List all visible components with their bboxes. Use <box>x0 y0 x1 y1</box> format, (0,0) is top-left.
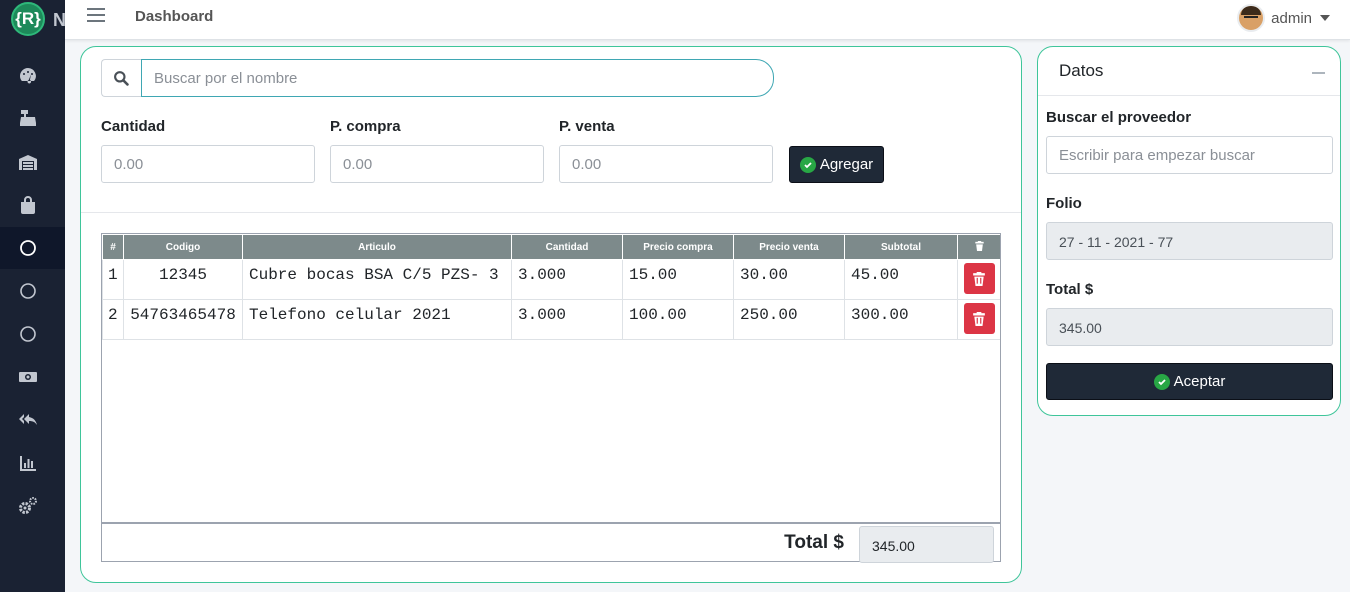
table-total-label: Total $ <box>784 532 844 553</box>
col-header-num: # <box>102 234 124 260</box>
cell-codigo: 54763465478 <box>123 299 243 340</box>
cogs-icon[interactable] <box>16 494 40 518</box>
user-name: admin <box>1271 9 1312 27</box>
cell-precio-venta: 250.00 <box>733 299 845 340</box>
table-header-row: # Codigo Articulo Cantidad Precio compra… <box>102 234 1000 260</box>
collapse-minus-icon[interactable] <box>1312 72 1325 74</box>
chart-bar-icon[interactable] <box>16 451 40 475</box>
sidebar: {R} N <box>0 0 65 592</box>
cell-codigo: 12345 <box>123 259 243 300</box>
table-row: 2 54763465478 Telefono celular 2021 3.00… <box>102 299 1000 340</box>
reply-all-icon[interactable] <box>16 408 40 432</box>
caret-down-icon <box>1320 15 1330 21</box>
user-menu[interactable]: admin <box>1237 4 1330 32</box>
precio-compra-input[interactable] <box>330 145 544 183</box>
precio-compra-label: P. compra <box>330 118 401 135</box>
brand-logo[interactable]: {R} <box>11 2 45 36</box>
circle-icon[interactable] <box>16 322 40 346</box>
col-header-codigo: Codigo <box>123 234 243 260</box>
col-header-subtotal: Subtotal <box>844 234 958 260</box>
circle-icon[interactable] <box>16 236 40 260</box>
datos-title: Datos <box>1059 61 1104 80</box>
cell-cantidad: 3.000 <box>511 299 623 340</box>
side-total-field: 345.00 <box>1046 308 1333 346</box>
col-header-precio-venta: Precio venta <box>733 234 845 260</box>
cell-cantidad: 3.000 <box>511 259 623 300</box>
tachometer-icon[interactable] <box>16 63 40 87</box>
aceptar-label: Aceptar <box>1173 373 1226 390</box>
delete-row-button[interactable] <box>963 303 995 334</box>
cantidad-label: Cantidad <box>101 118 166 135</box>
proveedor-label: Buscar el proveedor <box>1046 109 1192 126</box>
brand-name: N <box>53 10 65 30</box>
datos-card-header: Datos <box>1038 47 1340 96</box>
cell-delete <box>957 259 1000 300</box>
proveedor-search-input[interactable] <box>1046 136 1333 174</box>
product-search-group <box>101 59 774 97</box>
cash-register-icon[interactable] <box>16 106 40 130</box>
cell-subtotal: 45.00 <box>844 259 958 300</box>
hamburger-menu-icon[interactable] <box>87 8 105 24</box>
product-entry-card: Cantidad P. compra P. venta Agregar # Co… <box>80 46 1022 583</box>
precio-venta-label: P. venta <box>559 118 615 135</box>
search-icon <box>101 59 141 97</box>
precio-venta-input[interactable] <box>559 145 773 183</box>
table-total-bar: Total $ 345.00 <box>101 522 1001 563</box>
table-total-value: 345.00 <box>859 526 994 563</box>
cell-precio-compra: 15.00 <box>622 259 734 300</box>
cell-num: 1 <box>102 259 124 300</box>
cell-articulo: Telefono celular 2021 <box>242 299 512 340</box>
agregar-button[interactable]: Agregar <box>789 146 884 183</box>
trash-icon <box>973 311 985 326</box>
cell-num: 2 <box>102 299 124 340</box>
delete-row-button[interactable] <box>963 263 995 294</box>
avatar <box>1237 4 1266 32</box>
cell-subtotal: 300.00 <box>844 299 958 340</box>
cell-precio-compra: 100.00 <box>622 299 734 340</box>
warehouse-icon[interactable] <box>16 150 40 174</box>
money-bill-icon[interactable] <box>16 365 40 389</box>
col-header-cantidad: Cantidad <box>511 234 623 260</box>
check-circle-icon <box>1153 373 1170 390</box>
top-navbar: Dashboard admin <box>65 0 1350 40</box>
datos-card: Datos Buscar el proveedor Folio 27 - 11 … <box>1037 46 1341 416</box>
dashboard-link[interactable]: Dashboard <box>135 8 213 25</box>
shopping-bag-icon[interactable] <box>16 193 40 217</box>
cell-articulo: Cubre bocas BSA C/5 PZS- 3 <box>242 259 512 300</box>
agregar-label: Agregar <box>819 156 874 173</box>
col-header-articulo: Articulo <box>242 234 512 260</box>
col-header-precio-compra: Precio compra <box>622 234 734 260</box>
table-row: 1 12345 Cubre bocas BSA C/5 PZS- 3 3.000… <box>102 259 1000 300</box>
folio-label: Folio <box>1046 195 1082 212</box>
cell-delete <box>957 299 1000 340</box>
check-circle-icon <box>799 156 816 173</box>
folio-field: 27 - 11 - 2021 - 77 <box>1046 222 1333 260</box>
circle-icon[interactable] <box>16 279 40 303</box>
product-search-input[interactable] <box>141 59 774 97</box>
divider <box>81 212 1021 213</box>
items-table: # Codigo Articulo Cantidad Precio compra… <box>101 233 1001 523</box>
trash-icon <box>973 271 985 286</box>
trash-header-icon <box>957 234 1000 260</box>
aceptar-button[interactable]: Aceptar <box>1046 363 1333 400</box>
cantidad-input[interactable] <box>101 145 315 183</box>
cell-precio-venta: 30.00 <box>733 259 845 300</box>
side-total-label: Total $ <box>1046 281 1094 298</box>
